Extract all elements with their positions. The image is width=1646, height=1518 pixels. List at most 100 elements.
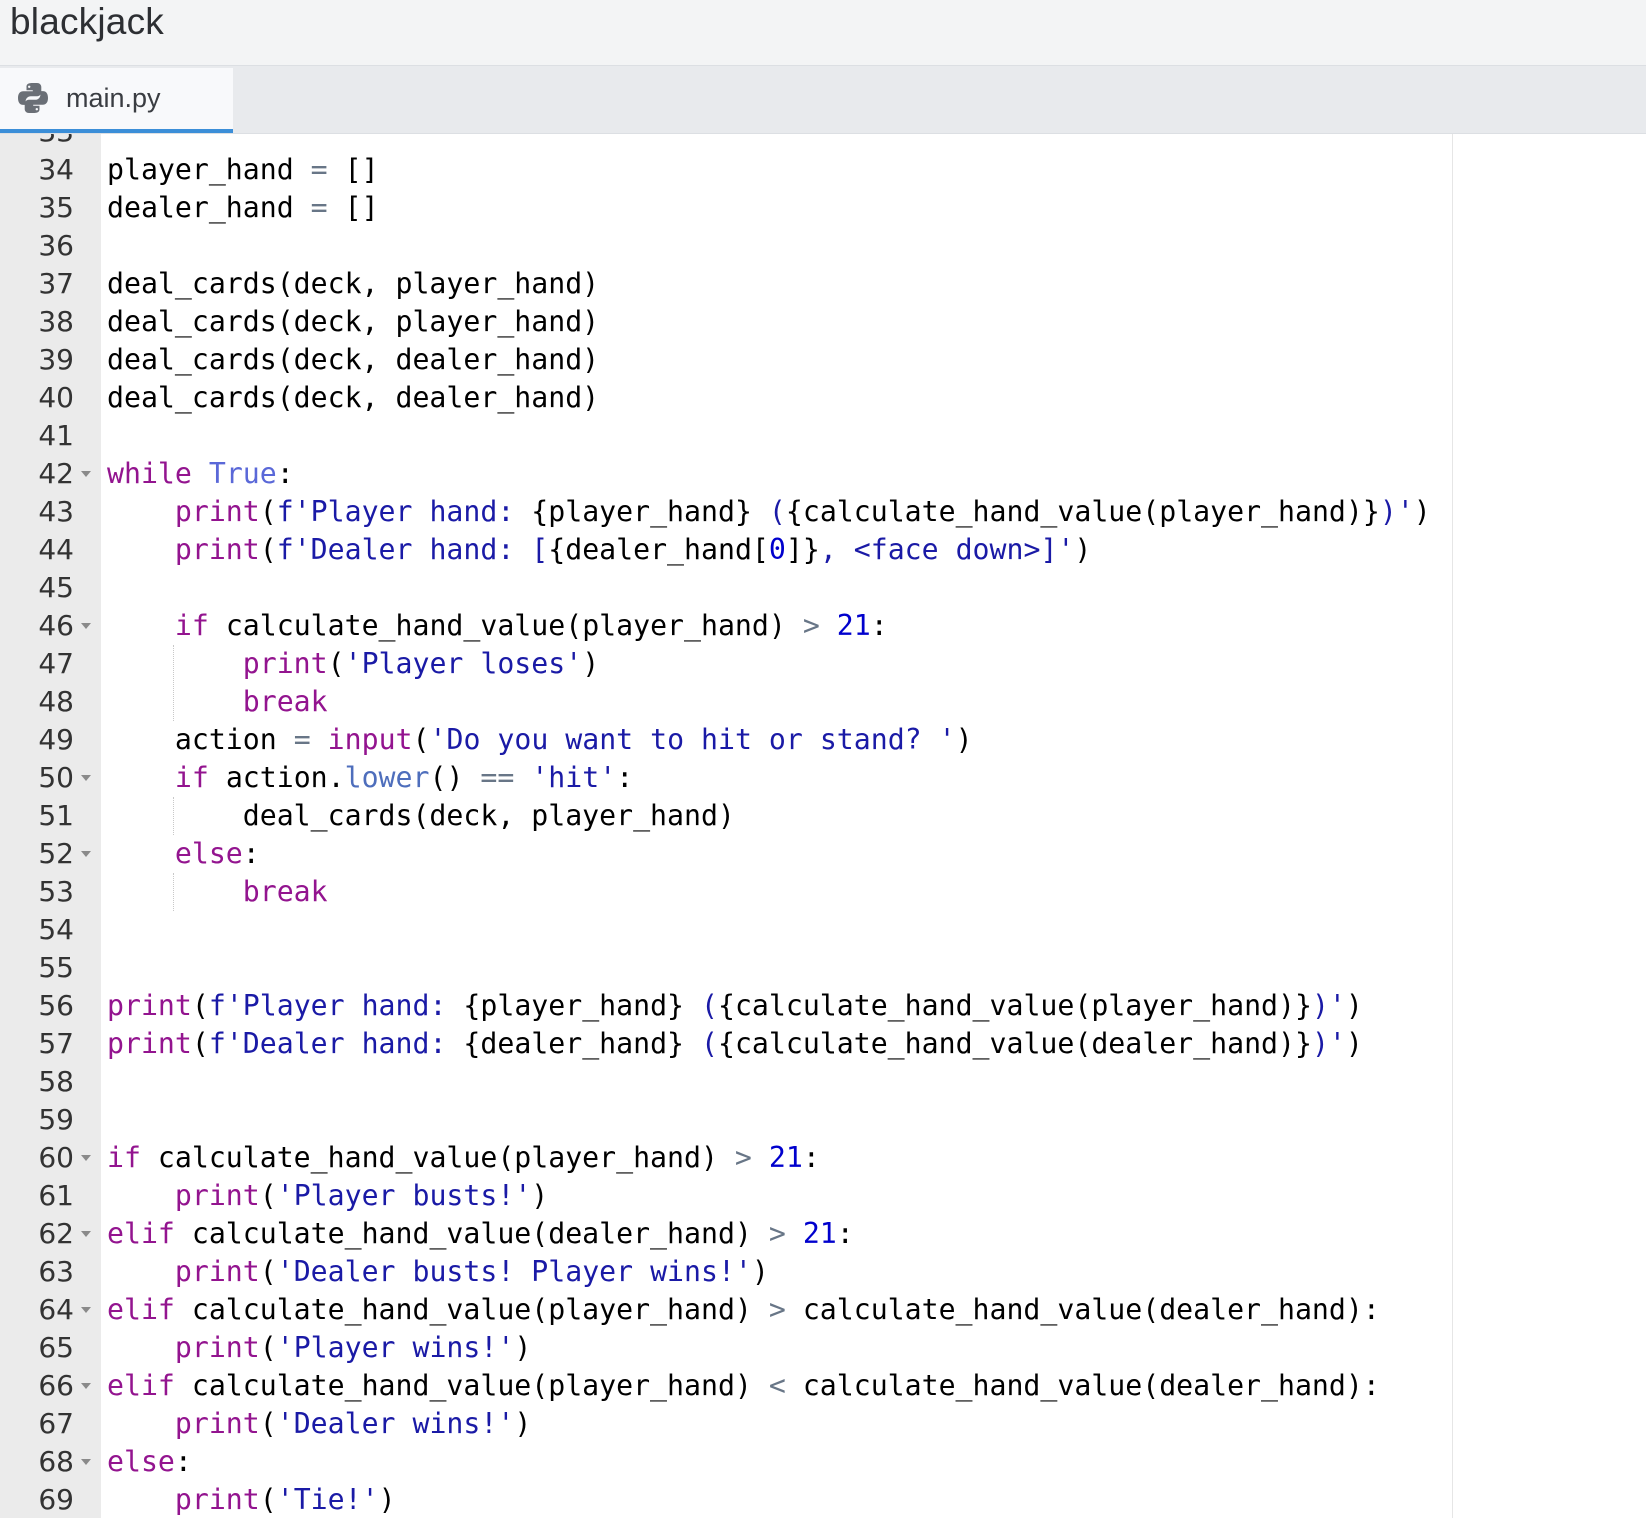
indent-guide [173,873,174,911]
code-token: f'Player hand: [208,989,464,1022]
code-line[interactable]: 54 [0,911,1646,949]
line-number: 49 [38,723,74,756]
code-token: 'Player busts!' [276,1179,532,1212]
code-line[interactable]: 53 break [0,873,1646,911]
code-token: ) [1345,989,1363,1022]
code-line[interactable]: 64 elif calculate_hand_value(player_hand)… [0,1291,1646,1329]
code-token: if [107,1141,141,1174]
code-token: ( [259,1407,277,1440]
code-line[interactable]: 45 [0,569,1646,607]
code-line[interactable]: 34 player_hand = [] [0,151,1646,189]
code-token: )' [1379,495,1414,528]
code-token: action. [208,761,345,794]
fold-toggle-icon[interactable] [81,623,91,629]
code-line[interactable]: 36 [0,227,1646,265]
code-token: {calculate_hand_value(player_hand)} [785,495,1380,528]
code-token: print [107,989,192,1022]
code-token: ) [378,1483,396,1516]
fold-toggle-icon[interactable] [81,1307,91,1313]
code-line[interactable]: 33 [0,134,1646,151]
code-text: action = input('Do you want to hit or st… [107,721,973,759]
code-line[interactable]: 49 action = input('Do you want to hit or… [0,721,1646,759]
code-line[interactable]: 62 elif calculate_hand_value(dealer_hand)… [0,1215,1646,1253]
code-line[interactable]: 39 deal_cards(deck, dealer_hand) [0,341,1646,379]
line-number: 63 [38,1255,74,1288]
code-token: calculate_hand_value(player_hand) [208,609,803,642]
fold-toggle-icon[interactable] [81,1231,91,1237]
code-token: while [107,457,192,490]
code-token: : [174,1445,192,1478]
code-token: elif [107,1217,175,1250]
code-token: () [429,761,481,794]
fold-toggle-icon[interactable] [81,775,91,781]
code-token: elif [107,1369,175,1402]
code-token: dealer_hand [107,191,311,224]
line-number: 54 [38,913,74,946]
code-line[interactable]: 68 else: [0,1443,1646,1481]
code-token: )' [1311,1027,1346,1060]
code-lines[interactable]: 33 34 player_hand = [] 35 dealer_hand = [] 36… [0,134,1646,1518]
code-line[interactable]: 43 print(f'Player hand: {player_hand} ({… [0,493,1646,531]
code-token: lower [344,761,430,794]
line-number: 50 [38,761,74,794]
code-line[interactable]: 59 [0,1101,1646,1139]
code-line[interactable]: 51 deal_cards(deck, player_hand) [0,797,1646,835]
code-token: 'Do you want to hit or stand? ' [429,723,956,756]
code-token: [] [327,153,379,186]
code-token: if [174,609,209,642]
fold-toggle-icon[interactable] [81,851,91,857]
code-text: player_hand = [] [107,151,379,189]
code-token: calculate_hand_value(player_hand) [140,1141,735,1174]
fold-toggle-icon[interactable] [81,1155,91,1161]
tab-main-py[interactable]: main.py [0,68,233,133]
code-token: = [293,723,311,756]
code-line[interactable]: 67 print('Dealer wins!') [0,1405,1646,1443]
code-line[interactable]: 65 print('Player wins!') [0,1329,1646,1367]
code-line[interactable]: 69 print('Tie!') [0,1481,1646,1518]
code-line[interactable]: 40 deal_cards(deck, dealer_hand) [0,379,1646,417]
code-line[interactable]: 57 print(f'Dealer hand: {dealer_hand} ({c… [0,1025,1646,1063]
code-line[interactable]: 52 else: [0,835,1646,873]
code-token: calculate_hand_value(player_hand) [174,1369,769,1402]
code-line[interactable]: 55 [0,949,1646,987]
indent-guide [173,645,174,721]
fold-toggle-icon[interactable] [81,1383,91,1389]
code-token: ) [1074,533,1092,566]
code-line[interactable]: 41 [0,417,1646,455]
code-token: break [242,875,328,908]
code-line[interactable]: 44 print(f'Dealer hand: [{dealer_hand[0]… [0,531,1646,569]
code-token: deal_cards(deck, dealer_hand) [107,381,600,414]
code-token: ( [684,989,718,1022]
code-token: : [802,1141,820,1174]
code-token: ]} [785,533,820,566]
code-line[interactable]: 58 [0,1063,1646,1101]
code-token: print [174,533,260,566]
code-line[interactable]: 63 print('Dealer busts! Player wins!') [0,1253,1646,1291]
code-line[interactable]: 61 print('Player busts!') [0,1177,1646,1215]
code-line[interactable]: 42 while True: [0,455,1646,493]
code-line[interactable]: 66 elif calculate_hand_value(player_hand)… [0,1367,1646,1405]
line-number: 60 [38,1141,74,1174]
code-editor[interactable]: 33 34 player_hand = [] 35 dealer_hand = [] 36… [0,134,1646,1518]
fold-toggle-icon[interactable] [81,1459,91,1465]
code-text: deal_cards(deck, player_hand) [107,797,735,835]
line-number: 51 [38,799,74,832]
fold-toggle-icon[interactable] [81,471,91,477]
code-text: print(f'Dealer hand: {dealer_hand} ({cal… [107,1025,1363,1063]
code-line[interactable]: 48 break [0,683,1646,721]
title-bar: blackjack [0,0,1646,66]
code-line[interactable]: 38 deal_cards(deck, player_hand) [0,303,1646,341]
code-line[interactable]: 46 if calculate_hand_value(player_hand) … [0,607,1646,645]
code-line[interactable]: 35 dealer_hand = [] [0,189,1646,227]
code-token: 'Tie!' [276,1483,379,1516]
code-line[interactable]: 47 print('Player loses') [0,645,1646,683]
code-line[interactable]: 37 deal_cards(deck, player_hand) [0,265,1646,303]
code-line[interactable]: 56 print(f'Player hand: {player_hand} ({c… [0,987,1646,1025]
code-token: print [242,647,328,680]
code-token: ) [955,723,973,756]
code-line[interactable]: 60 if calculate_hand_value(player_hand) >… [0,1139,1646,1177]
code-token: : [836,1217,854,1250]
code-line[interactable]: 50 if action.lower() == 'hit': [0,759,1646,797]
